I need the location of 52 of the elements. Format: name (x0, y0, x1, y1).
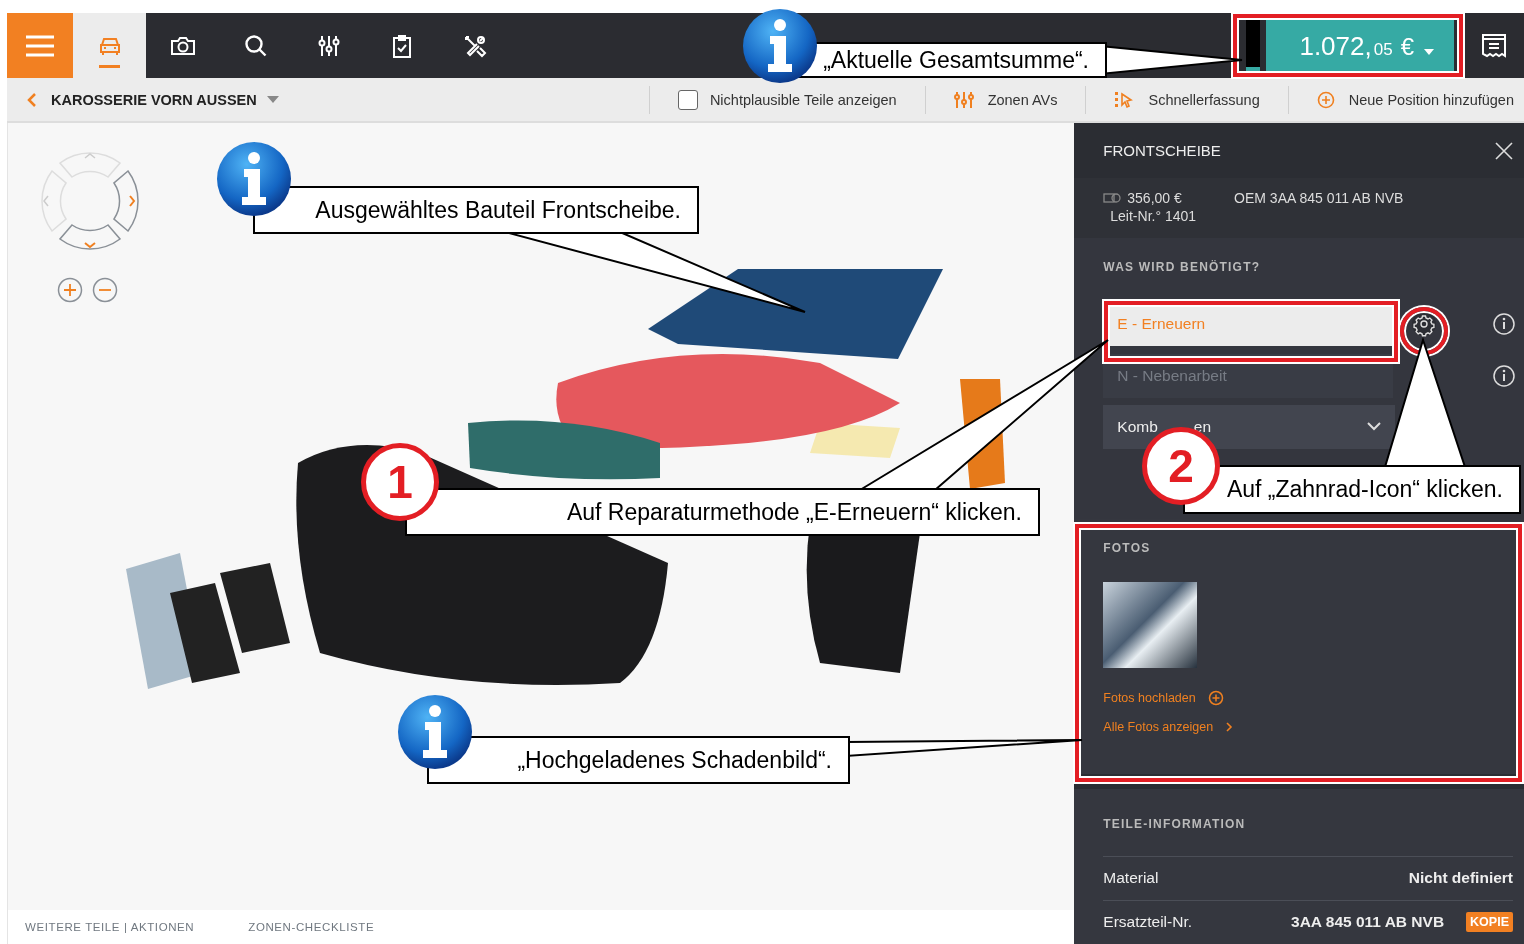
callout-text: Ausgewähltes Bauteil Frontscheibe. (253, 186, 699, 234)
menu-icon (25, 34, 55, 57)
zoom-in-icon[interactable] (57, 277, 83, 303)
bottom-tab[interactable]: WEITERE TEILE | AKTIONEN (25, 921, 195, 933)
info-icon (742, 8, 818, 84)
menu-button[interactable] (7, 13, 73, 78)
total-amount-button[interactable]: 1.072,05 € (1266, 18, 1454, 73)
callout-text: „Hochgeladenes Schadenbild“. (427, 736, 850, 784)
toolbar-action[interactable]: Neue Position hinzufügen (1288, 77, 1524, 122)
checkbox-label: Nichtplausible Teile anzeigen (709, 91, 897, 108)
toolbar-action[interactable]: Schnellerfassung (1086, 77, 1288, 122)
info-icon (397, 694, 473, 770)
status-bar-indicator (1246, 19, 1260, 72)
info-label: Ersatzteil-Nr. (1103, 913, 1192, 932)
plus-circle-icon (1316, 90, 1335, 109)
copy-button[interactable]: KOPIE (1466, 912, 1513, 933)
sliders-icon (317, 33, 340, 58)
bottom-tab[interactable]: ZONEN-CHECKLISTE (248, 921, 375, 933)
part-price: 356,00 € (1127, 190, 1182, 207)
section-heading: WAS WIRD BENÖTIGT? (1103, 259, 1262, 274)
photo-placeholder[interactable] (1103, 581, 1198, 668)
sliders-icon (953, 90, 974, 109)
info-value: Nicht definiert (1408, 869, 1513, 888)
info-label: Material (1103, 869, 1159, 888)
plus-circle-icon (1207, 689, 1224, 706)
caret-icon[interactable] (266, 96, 279, 103)
search-icon (243, 33, 268, 58)
receipt-icon (1481, 32, 1507, 59)
upload-photos-link[interactable]: Fotos hochladen (1103, 689, 1224, 706)
chevron-right-icon (1225, 720, 1234, 733)
info-value: 3AA 845 011 AB NVB (1291, 913, 1445, 932)
all-photos-link[interactable]: Alle Fotos anzeigen (1103, 719, 1234, 734)
section-title: KAROSSERIE VORN AUSSEN (51, 91, 257, 108)
oem-number: OEM 3AA 845 011 AB NVB (1234, 190, 1404, 207)
toolbar-action[interactable]: Zonen AVs (925, 77, 1086, 122)
camera-icon (169, 34, 196, 57)
part-number-label: Leit-Nr.° 1401 (1109, 208, 1197, 225)
zoom-out-icon[interactable] (92, 277, 118, 303)
section-heading: FOTOS (1103, 540, 1151, 555)
info-icon[interactable] (1493, 312, 1516, 335)
price-tag-icon (1103, 193, 1122, 204)
clipboard-check-icon (391, 33, 412, 58)
caret-icon (1424, 48, 1434, 55)
panel-title: FRONTSCHEIBE (1103, 142, 1221, 160)
chevron-down-icon (1367, 422, 1382, 432)
section-heading: TEILE-INFORMATION (1103, 817, 1246, 831)
close-icon[interactable] (1495, 141, 1513, 160)
checkbox[interactable] (677, 89, 698, 110)
info-icon[interactable] (1493, 364, 1516, 387)
tools-icon (462, 33, 487, 58)
info-icon (216, 141, 292, 217)
cursor-list-icon (1114, 90, 1135, 109)
